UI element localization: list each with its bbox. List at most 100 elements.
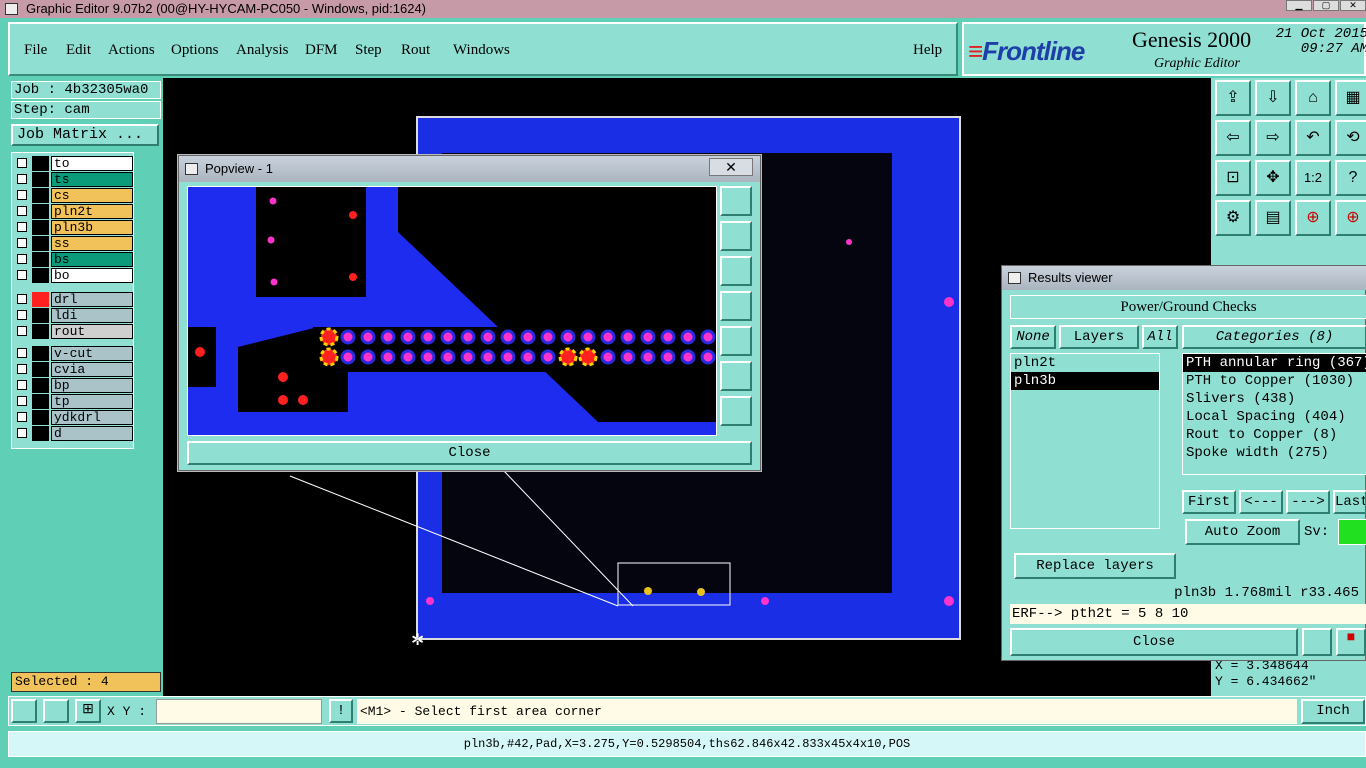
minimize-button[interactable]: ▁	[1286, 0, 1312, 11]
popview-up-icon[interactable]	[720, 221, 752, 251]
layer-checkbox[interactable]	[17, 254, 27, 264]
layer-row-ss[interactable]: ss	[14, 236, 133, 251]
layer-row-ydkdrl[interactable]: ydkdrl	[14, 410, 133, 425]
fit-screen-icon[interactable]: ⊡	[1215, 160, 1251, 196]
popview-canvas[interactable]	[187, 186, 717, 436]
results-layer-item[interactable]: pln2t	[1011, 354, 1159, 372]
prev-button[interactable]: <---	[1239, 490, 1283, 514]
layer-color-swatch[interactable]	[32, 236, 49, 251]
exit-icon[interactable]: ■	[1336, 628, 1366, 656]
job-matrix-button[interactable]: Job Matrix ...	[11, 124, 159, 146]
layer-checkbox[interactable]	[17, 326, 27, 336]
layer-checkbox[interactable]	[17, 174, 27, 184]
layer-row-bo[interactable]: bo	[14, 268, 133, 283]
category-item[interactable]: PTH to Copper (1030)	[1183, 372, 1366, 390]
layer-color-swatch[interactable]	[32, 394, 49, 409]
layer-row-d[interactable]: d	[14, 426, 133, 441]
layer-color-swatch[interactable]	[32, 308, 49, 323]
layer-color-swatch[interactable]	[32, 378, 49, 393]
menu-options[interactable]: Options	[171, 42, 219, 59]
layer-row-ldi[interactable]: ldi	[14, 308, 133, 323]
menu-dfm[interactable]: DFM	[305, 42, 338, 59]
popview-zoom-icon[interactable]	[720, 186, 752, 216]
layer-checkbox[interactable]	[17, 270, 27, 280]
categories-button[interactable]: Categories (8)	[1182, 325, 1366, 349]
menu-rout[interactable]: Rout	[401, 42, 430, 59]
layer-checkbox[interactable]	[17, 190, 27, 200]
layer-color-swatch[interactable]	[32, 426, 49, 441]
layer-row-bs[interactable]: bs	[14, 252, 133, 267]
category-item[interactable]: Local Spacing (404)	[1183, 408, 1366, 426]
zoom-home-icon[interactable]: ⇪	[1215, 80, 1251, 116]
results-layer-list[interactable]: pln2t pln3b	[1010, 353, 1160, 529]
layer-checkbox[interactable]	[17, 158, 27, 168]
results-category-list[interactable]: PTH annular ring (367) PTH to Copper (103…	[1182, 353, 1366, 475]
redraw-icon[interactable]: ⟲	[1335, 120, 1366, 156]
layer-row-cvia[interactable]: cvia	[14, 362, 133, 377]
menu-help[interactable]: Help	[913, 42, 942, 59]
next-button[interactable]: --->	[1286, 490, 1330, 514]
layer-color-swatch[interactable]	[32, 220, 49, 235]
layer-checkbox[interactable]	[17, 412, 27, 422]
category-item[interactable]: Rout to Copper (8)	[1183, 426, 1366, 444]
popview-down-icon[interactable]	[720, 256, 752, 286]
layer-checkbox[interactable]	[17, 380, 27, 390]
results-close-button[interactable]: Close	[1010, 628, 1298, 656]
snap-icon[interactable]: ⊕	[1295, 200, 1331, 236]
popview-left-icon[interactable]	[720, 291, 752, 321]
layer-color-swatch[interactable]	[32, 324, 49, 339]
scale-1-2-icon[interactable]: 1:2	[1295, 160, 1331, 196]
report-icon[interactable]	[1302, 628, 1332, 656]
last-button[interactable]: Last	[1333, 490, 1366, 514]
pan-left-icon[interactable]: ⇦	[1215, 120, 1251, 156]
select-mode-icon[interactable]	[11, 699, 37, 723]
sv-indicator[interactable]	[1338, 519, 1366, 545]
layer-checkbox[interactable]	[17, 294, 27, 304]
menu-analysis[interactable]: Analysis	[236, 42, 289, 59]
layer-row-tp[interactable]: tp	[14, 394, 133, 409]
layer-row-pln3b[interactable]: pln3b	[14, 220, 133, 235]
layer-row-cs[interactable]: cs	[14, 188, 133, 203]
units-dropdown[interactable]: Inch	[1301, 699, 1365, 724]
info-icon[interactable]: !	[329, 699, 353, 723]
help-icon[interactable]: ?	[1335, 160, 1366, 196]
zoom-center-icon[interactable]: ✥	[1255, 160, 1291, 196]
popview-close-icon[interactable]: ✕	[709, 158, 753, 176]
grid-mode-icon[interactable]: ⊞	[75, 699, 101, 723]
window-view-icon[interactable]: ▦	[1335, 80, 1366, 116]
layer-color-swatch[interactable]	[32, 172, 49, 187]
measure-icon[interactable]: ⚙	[1215, 200, 1251, 236]
layer-color-swatch[interactable]	[32, 252, 49, 267]
menu-edit[interactable]: Edit	[66, 42, 91, 59]
category-item[interactable]: PTH annular ring (367)	[1183, 354, 1366, 372]
layer-checkbox[interactable]	[17, 364, 27, 374]
layer-checkbox[interactable]	[17, 428, 27, 438]
layer-color-swatch[interactable]	[32, 156, 49, 171]
layer-color-swatch[interactable]	[32, 204, 49, 219]
snap-alt-icon[interactable]: ⊕	[1335, 200, 1366, 236]
menu-step[interactable]: Step	[355, 42, 382, 59]
layer-color-swatch[interactable]	[32, 362, 49, 377]
auto-zoom-dropdown[interactable]: Auto Zoom	[1185, 519, 1300, 545]
results-layer-item[interactable]: pln3b	[1011, 372, 1159, 390]
none-button[interactable]: None	[1010, 325, 1056, 349]
layer-color-swatch[interactable]	[32, 410, 49, 425]
layer-checkbox[interactable]	[17, 310, 27, 320]
layer-checkbox[interactable]	[17, 348, 27, 358]
all-button[interactable]: All	[1142, 325, 1178, 349]
pan-right-icon[interactable]: ⇨	[1255, 120, 1291, 156]
close-window-button[interactable]: ✕	[1340, 0, 1366, 11]
layer-row-pln2t[interactable]: pln2t	[14, 204, 133, 219]
layer-row-drl[interactable]: drl	[14, 292, 133, 307]
category-item[interactable]: Spoke width (275)	[1183, 444, 1366, 462]
layers-button[interactable]: Layers	[1059, 325, 1139, 349]
layer-checkbox[interactable]	[17, 206, 27, 216]
first-button[interactable]: First	[1182, 490, 1236, 514]
line-mode-icon[interactable]	[43, 699, 69, 723]
layer-color-swatch[interactable]	[32, 188, 49, 203]
popview-center-icon[interactable]	[720, 396, 752, 426]
category-item[interactable]: Slivers (438)	[1183, 390, 1366, 408]
menu-file[interactable]: File	[24, 42, 47, 59]
layer-checkbox[interactable]	[17, 396, 27, 406]
menu-windows[interactable]: Windows	[453, 42, 510, 59]
